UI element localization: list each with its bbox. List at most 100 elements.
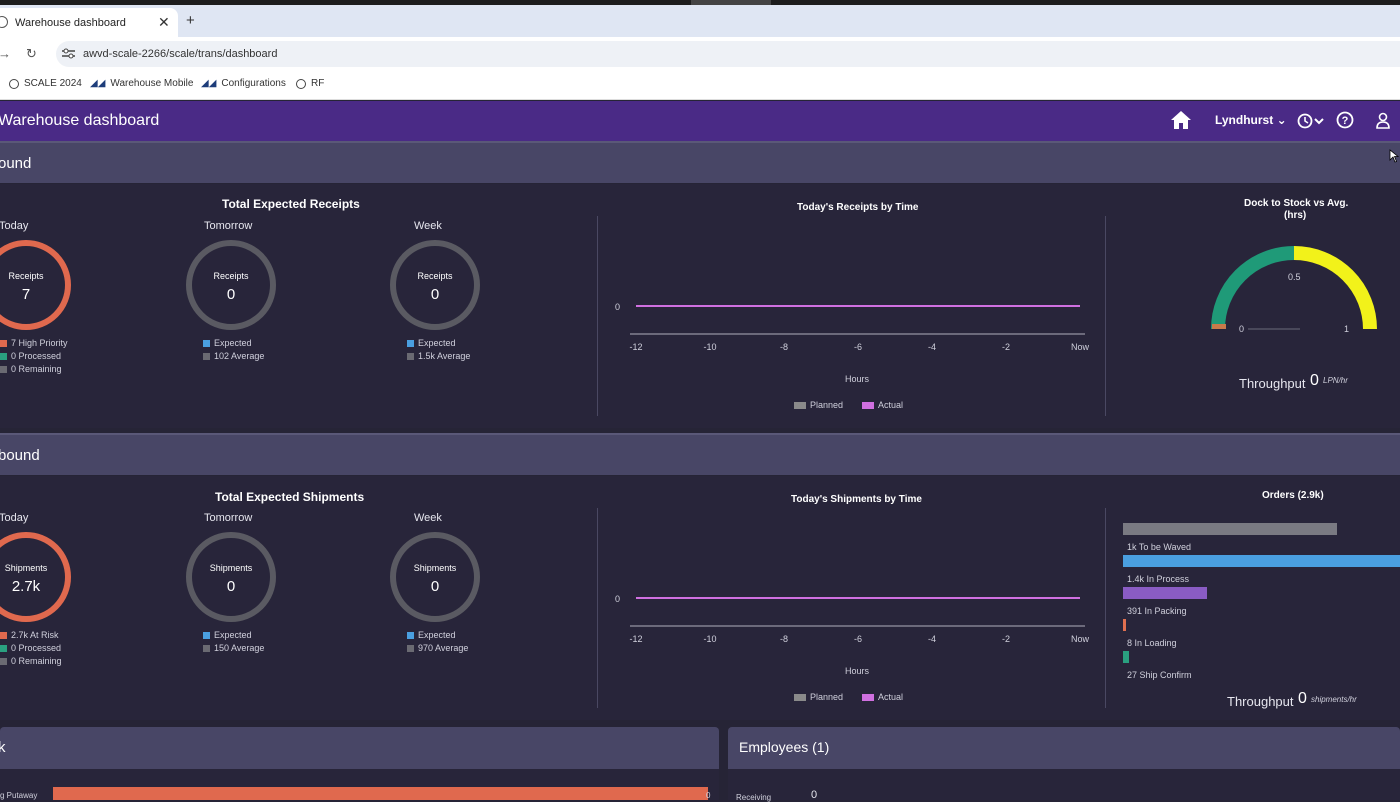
x-tick-label: -2 xyxy=(1002,634,1010,644)
site-settings-icon[interactable] xyxy=(62,48,75,59)
throughput-value: 0 xyxy=(1298,690,1307,707)
home-icon[interactable] xyxy=(1170,110,1192,130)
legend-expected: Expected xyxy=(203,338,252,348)
help-icon[interactable]: ? xyxy=(1336,111,1354,129)
page-title: Warehouse dashboard xyxy=(0,112,160,129)
globe-icon xyxy=(0,16,8,28)
close-tab-icon[interactable]: ✕ xyxy=(158,14,170,31)
site-name: Lyndhurst xyxy=(1215,113,1274,127)
inbound-section-header[interactable]: ound xyxy=(0,141,1400,183)
total-shipments-title: Total Expected Shipments xyxy=(215,490,365,504)
bookmark-warehouse-mobile[interactable]: ◢◢ Warehouse Mobile xyxy=(90,78,193,89)
reload-icon[interactable]: ↻ xyxy=(26,46,37,62)
divider xyxy=(1105,216,1106,416)
url-text: awvd-scale-2266/scale/trans/dashboard xyxy=(83,48,278,60)
browser-tab[interactable]: Warehouse dashboard ✕ xyxy=(0,8,178,37)
gauge-tick: 0 xyxy=(1239,324,1245,334)
logo-icon: ◢◢ xyxy=(201,78,217,89)
address-bar-row: → ↻ awvd-scale-2266/scale/trans/dashboar… xyxy=(0,37,1400,70)
new-tab-button[interactable]: + xyxy=(186,12,195,29)
donut-label: Receipts xyxy=(417,271,453,281)
x-tick-label: -6 xyxy=(854,342,862,352)
throughput-value: 0 xyxy=(1310,372,1319,389)
orders-bar-label: 391 In Packing xyxy=(1127,606,1187,616)
orders-bar-label: 8 In Loading xyxy=(1127,638,1177,648)
employees-panel-body: Receiving 0 xyxy=(728,769,1400,802)
shipments-today-donut[interactable]: Shipments 2.7k xyxy=(0,532,71,622)
receipts-chart-title: Today's Receipts by Time xyxy=(797,202,919,213)
gauge-tick: 0.5 xyxy=(1288,272,1301,282)
shipments-tomorrow-donut[interactable]: Shipments 0 xyxy=(186,532,276,622)
bookmark-rf[interactable]: RF xyxy=(296,78,324,89)
receipts-week-donut[interactable]: Receipts 0 xyxy=(390,240,480,330)
legend-expected: Expected xyxy=(407,630,456,640)
orders-bar[interactable] xyxy=(1123,619,1126,631)
bookmark-label: SCALE 2024 xyxy=(24,78,82,89)
bookmark-configurations[interactable]: ◢◢ Configurations xyxy=(201,78,286,89)
shipments-week-donut[interactable]: Shipments 0 xyxy=(390,532,480,622)
donut-value: 0 xyxy=(430,578,440,595)
orders-bar-label: 27 Ship Confirm xyxy=(1127,670,1192,680)
putaway-bar[interactable] xyxy=(53,787,708,800)
orders-bar[interactable] xyxy=(1123,523,1337,535)
legend-processed: 0 Processed xyxy=(0,643,61,653)
site-selector[interactable]: Lyndhurst ⌄ xyxy=(1215,113,1287,127)
user-icon[interactable] xyxy=(1375,112,1391,129)
legend-at-risk: 2.7k At Risk xyxy=(0,630,59,640)
legend-remaining: 0 Remaining xyxy=(0,364,62,374)
x-tick-label: -2 xyxy=(1002,342,1010,352)
x-tick-label: -8 xyxy=(780,342,788,352)
x-tick-label: -10 xyxy=(703,342,716,352)
work-panel-body: g Putaway 0 xyxy=(0,769,719,800)
receipts-today-donut[interactable]: Receipts 7 xyxy=(0,240,71,330)
work-row-label: g Putaway xyxy=(0,791,38,800)
url-field[interactable]: awvd-scale-2266/scale/trans/dashboard xyxy=(56,41,1400,67)
tab-title: Warehouse dashboard xyxy=(15,17,126,29)
legend-actual: Actual xyxy=(862,692,903,702)
x-axis-label: Hours xyxy=(845,666,870,676)
donut-value: 2.7k xyxy=(11,578,41,595)
legend-actual: Actual xyxy=(862,400,903,410)
legend-planned: Planned xyxy=(794,692,843,702)
orders-bar-chart[interactable]: 1k To be Waved 1.4k In Process 391 In Pack… xyxy=(1123,523,1400,683)
history-icon[interactable] xyxy=(1296,112,1326,130)
employees-panel-header[interactable]: Employees (1) xyxy=(728,727,1400,769)
week-label: Week xyxy=(414,220,442,232)
tab-bar: Warehouse dashboard ✕ + xyxy=(0,5,1400,37)
bookmark-label: RF xyxy=(311,78,325,89)
chevron-down-icon: ⌄ xyxy=(1276,113,1287,127)
legend-planned: Planned xyxy=(794,400,843,410)
bookmark-scale-2024[interactable]: SCALE 2024 xyxy=(9,78,82,89)
today-label: Today xyxy=(0,220,29,232)
work-title: k xyxy=(0,739,6,756)
x-tick-label: Now xyxy=(1071,342,1090,352)
mouse-cursor-icon xyxy=(1389,149,1399,163)
outbound-section-header[interactable]: bound xyxy=(0,433,1400,475)
bookmarks-bar: SCALE 2024 ◢◢ Warehouse Mobile ◢◢ Config… xyxy=(0,70,1400,100)
work-panel-header[interactable]: k xyxy=(0,727,719,769)
donut-value: 0 xyxy=(226,578,236,595)
employees-title: Employees (1) xyxy=(739,739,830,755)
orders-bar[interactable] xyxy=(1123,587,1207,599)
today-label: Today xyxy=(0,512,29,524)
donut-label: Receipts xyxy=(213,271,249,281)
tomorrow-label: Tomorrow xyxy=(204,220,253,232)
donut-label: Shipments xyxy=(4,563,48,573)
bookmark-label: Warehouse Mobile xyxy=(110,78,194,89)
legend-expected: Expected xyxy=(203,630,252,640)
forward-arrow-icon[interactable]: → xyxy=(0,46,11,61)
orders-bar[interactable] xyxy=(1123,555,1400,567)
legend-remaining: 0 Remaining xyxy=(0,656,62,666)
globe-icon xyxy=(9,78,19,89)
x-tick-label: -12 xyxy=(629,342,642,352)
orders-bar[interactable] xyxy=(1123,651,1129,663)
receipts-tomorrow-donut[interactable]: Receipts 0 xyxy=(186,240,276,330)
week-label: Week xyxy=(414,512,442,524)
dock-to-stock-gauge[interactable] xyxy=(1208,244,1380,339)
donut-label: Shipments xyxy=(209,563,253,573)
x-tick-label: -10 xyxy=(703,634,716,644)
globe-icon xyxy=(296,78,306,89)
x-tick-label: -4 xyxy=(928,634,936,644)
orders-bar-label: 1.4k In Process xyxy=(1127,574,1190,584)
legend-average: 150 Average xyxy=(203,643,264,653)
